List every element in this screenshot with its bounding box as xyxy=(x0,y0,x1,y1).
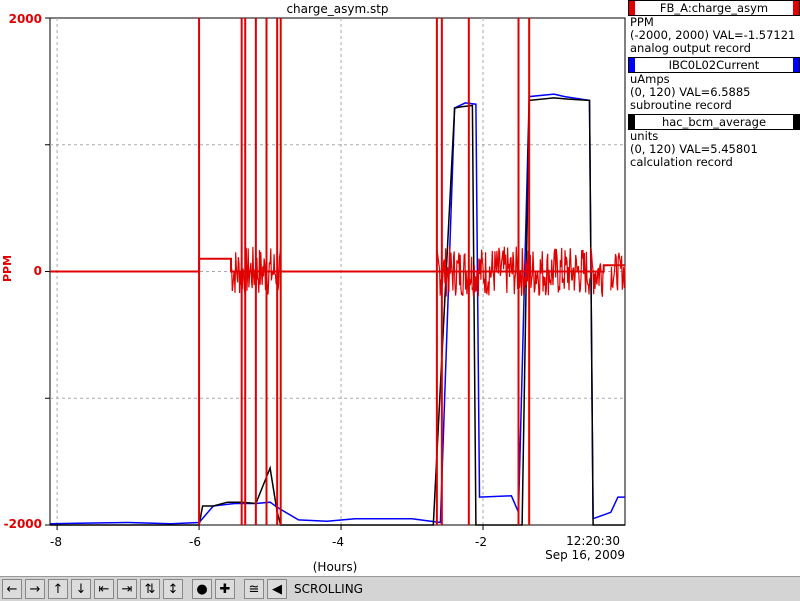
legend-series-name: IBC0L02Current xyxy=(668,58,760,72)
compress-horizontal-icon: ⇥ xyxy=(121,581,133,597)
date-label: Sep 16, 2009 xyxy=(545,548,625,562)
arrow-left-icon: ← xyxy=(6,581,18,597)
expand-vertical-icon: ⇅ xyxy=(144,581,156,597)
series-line-hac-bcm-average xyxy=(50,97,625,526)
zoom-out-x-button[interactable]: ⇤ xyxy=(94,579,114,599)
series-line-ibc0l02current xyxy=(49,93,625,525)
scroll-up-button[interactable]: ↑ xyxy=(48,579,68,599)
center-button[interactable]: ● xyxy=(192,579,212,599)
step-back-icon: ◀ xyxy=(272,581,282,597)
compress-vertical-icon: ↕ xyxy=(167,581,179,597)
legend-record-type: analog output record xyxy=(630,41,751,55)
arrow-right-icon: → xyxy=(29,581,41,597)
scroll-right-button[interactable]: → xyxy=(25,579,45,599)
legend-record-type: calculation record xyxy=(630,155,733,169)
legend-entry[interactable]: IBC0L02Current uAmps (0, 120) VAL=6.5885… xyxy=(628,57,800,112)
autoscale-button[interactable]: ≅ xyxy=(244,579,264,599)
legend: FB_A:charge_asym PPM (-2000, 2000) VAL=-… xyxy=(628,0,800,169)
x-tick-label: -8 xyxy=(50,535,62,549)
x-tick-label: -2 xyxy=(475,535,487,549)
x-axis-label: (Hours) xyxy=(312,560,358,574)
legend-entry[interactable]: FB_A:charge_asym PPM (-2000, 2000) VAL=-… xyxy=(628,0,800,55)
scroll-left-button[interactable]: ← xyxy=(2,579,22,599)
legend-series-name: FB_A:charge_asym xyxy=(659,1,769,15)
arrow-down-icon: ↓ xyxy=(75,581,87,597)
scrolling-status: SCROLLING xyxy=(294,582,363,596)
legend-swatch xyxy=(793,1,799,15)
arrow-up-icon: ↑ xyxy=(52,581,64,597)
zoom-out-y-button[interactable]: ⇅ xyxy=(140,579,160,599)
zoom-in-x-button[interactable]: ⇥ xyxy=(117,579,137,599)
legend-entry[interactable]: hac_bcm_average units (0, 120) VAL=5.458… xyxy=(628,114,800,169)
y-axis-label: PPM xyxy=(1,254,15,283)
expand-horizontal-icon: ⇤ xyxy=(98,581,110,597)
legend-swatch xyxy=(793,58,799,72)
zoom-in-y-button[interactable]: ↕ xyxy=(163,579,183,599)
plus-icon: ✚ xyxy=(219,581,231,597)
x-tick-label: -6 xyxy=(189,535,201,549)
time-label: 12:20:30 xyxy=(566,534,620,548)
legend-record-type: subroutine record xyxy=(630,98,732,112)
x-tick-label: -4 xyxy=(332,535,344,549)
legend-swatch xyxy=(793,115,799,129)
series-line-charge-asym xyxy=(50,257,625,273)
toolbar: ← → ↑ ↓ ⇤ ⇥ ⇅ ↕ ● ✚ ≅ ◀ SCROLLING xyxy=(0,576,800,601)
y-tick-label-top: 2000 xyxy=(8,12,42,26)
y-tick-label-bottom: -2000 xyxy=(3,517,42,531)
add-button[interactable]: ✚ xyxy=(215,579,235,599)
autoscale-icon: ≅ xyxy=(248,581,260,597)
legend-title-bar[interactable]: FB_A:charge_asym xyxy=(628,0,800,16)
step-back-button[interactable]: ◀ xyxy=(267,579,287,599)
legend-series-name: hac_bcm_average xyxy=(661,115,767,129)
circle-icon: ● xyxy=(196,581,208,597)
scroll-down-button[interactable]: ↓ xyxy=(71,579,91,599)
series-noise-charge-asym xyxy=(610,252,626,291)
legend-title-bar[interactable]: IBC0L02Current xyxy=(628,57,800,73)
legend-title-bar[interactable]: hac_bcm_average xyxy=(628,114,800,130)
